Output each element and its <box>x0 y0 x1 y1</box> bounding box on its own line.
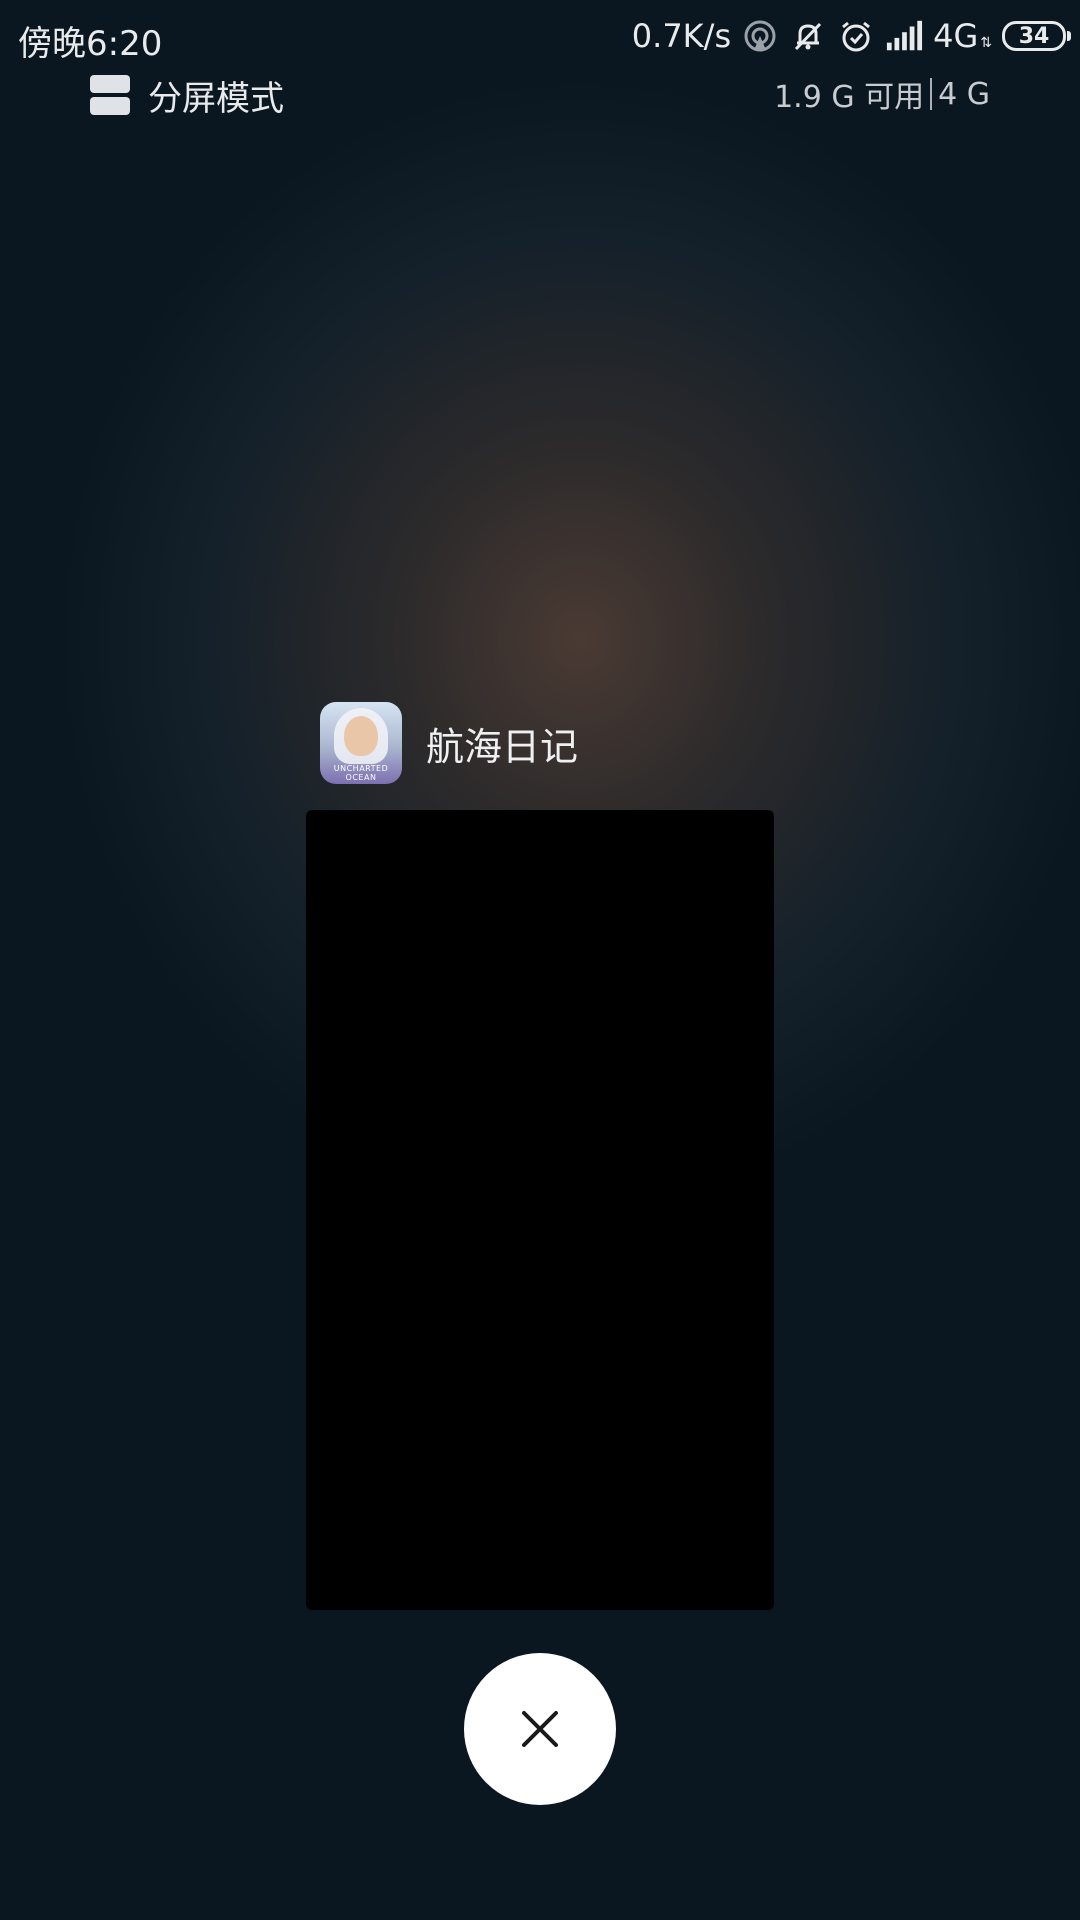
status-bar: 傍晚6:20 0.7K/s 4G ⇅ 34 <box>0 0 1080 74</box>
network-speed: 0.7K/s <box>631 17 732 55</box>
split-screen-button[interactable]: 分屏模式 <box>90 70 284 120</box>
recent-app-header[interactable]: UNCHARTED OCEAN 航海日记 <box>320 702 578 784</box>
recent-app-title: 航海日记 <box>426 724 579 769</box>
status-icons: 0.7K/s 4G ⇅ 34 <box>631 14 1071 58</box>
data-activity-icon: ⇅ <box>980 35 992 51</box>
hotspot-icon <box>741 17 779 55</box>
close-icon <box>522 1711 558 1747</box>
network-type: 4G ⇅ <box>933 17 992 55</box>
app-icon-brand-text: UNCHARTED OCEAN <box>333 764 389 782</box>
app-icon-uncharted-ocean: UNCHARTED OCEAN <box>320 702 402 784</box>
recent-app-preview-card[interactable] <box>306 810 774 1610</box>
battery-icon: 34 <box>1002 21 1071 51</box>
battery-level: 34 <box>1018 23 1050 49</box>
close-all-button[interactable] <box>464 1653 616 1805</box>
network-type-label: 4G <box>933 17 979 55</box>
status-time: 傍晚6:20 <box>18 24 163 64</box>
memory-info: 1.9 G 可用 4 G <box>774 74 990 116</box>
memory-divider <box>930 78 933 110</box>
split-screen-label: 分屏模式 <box>148 78 284 119</box>
bell-muted-icon <box>789 17 827 55</box>
alarm-icon <box>837 17 875 55</box>
signal-icon <box>885 17 923 55</box>
memory-total: 4 G <box>938 76 990 112</box>
split-screen-icon <box>90 75 130 115</box>
memory-available: 1.9 G 可用 <box>774 80 925 115</box>
